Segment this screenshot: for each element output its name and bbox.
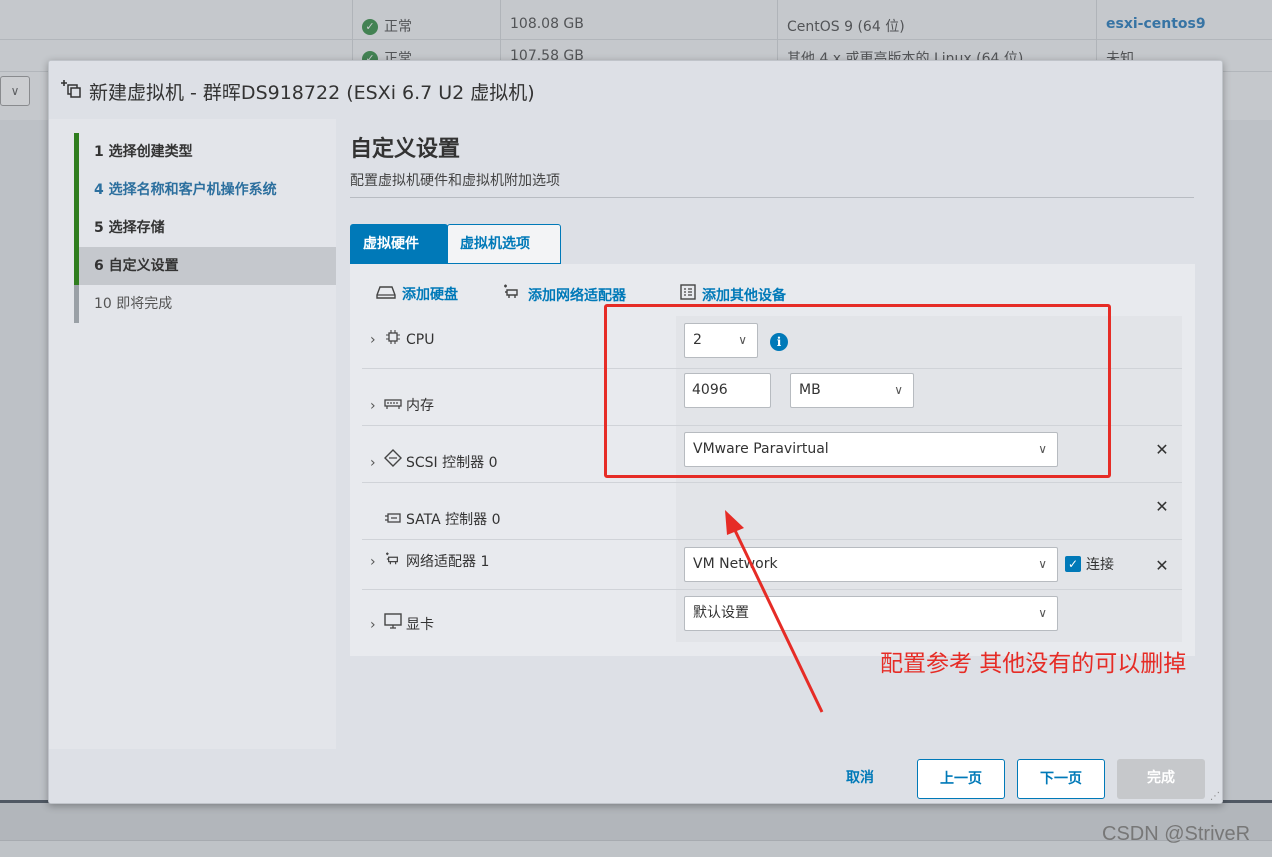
next-button[interactable]: 下一页: [1017, 759, 1105, 799]
cancel-button[interactable]: 取消: [829, 759, 891, 799]
hw-value-network: VM Network ∨ ✓ 连接 ✕: [676, 540, 1182, 589]
chevron-down-icon: ∨: [1038, 557, 1047, 571]
chevron-down-icon: ∨: [1038, 606, 1047, 620]
dialog-title: 新建虚拟机 - 群晖DS918722 (ESXi 6.7 U2 虚拟机): [89, 82, 535, 104]
network-select[interactable]: VM Network ∨: [684, 547, 1058, 582]
step-current-bar: [74, 247, 79, 285]
step-pending-bar: [74, 285, 79, 323]
step-done-bar: [74, 209, 79, 247]
wizard-step-customize[interactable]: 6 自定义设置: [74, 247, 336, 285]
chevron-right-icon[interactable]: ›: [370, 398, 382, 414]
connect-checkbox[interactable]: ✓: [1065, 556, 1081, 572]
chevron-right-icon[interactable]: ›: [370, 455, 382, 471]
wizard-step-storage[interactable]: 5 选择存储: [74, 209, 336, 247]
wizard-step-name-os[interactable]: 4 选择名称和客户机操作系统: [74, 171, 336, 209]
scsi-controller-icon: [382, 449, 404, 471]
hw-label-sata: SATA 控制器 0: [362, 483, 676, 539]
cpu-chip-icon: [382, 330, 404, 348]
annotation-highlight-box: [604, 304, 1111, 478]
hard-disk-icon: [376, 286, 396, 303]
display-select[interactable]: 默认设置 ∨: [684, 596, 1058, 631]
hw-label-display[interactable]: › 显卡: [362, 590, 676, 642]
page-subtitle: 配置虚拟机硬件和虚拟机附加选项: [350, 173, 560, 189]
chevron-right-icon[interactable]: ›: [370, 332, 382, 348]
wizard-steps: 1 选择创建类型 4 选择名称和客户机操作系统 5 选择存储 6 自定义设置 1…: [49, 119, 336, 749]
hw-value-sata: ✕: [676, 483, 1182, 539]
dialog-header: 新建虚拟机 - 群晖DS918722 (ESXi 6.7 U2 虚拟机): [49, 61, 1222, 119]
chevron-right-icon[interactable]: ›: [370, 554, 382, 570]
tab-vm-options[interactable]: 虚拟机选项: [447, 224, 561, 264]
hw-row-display: › 显卡 默认设置 ∨: [362, 590, 1182, 642]
dialog-footer: 取消 上一页 下一页 完成 ⋰: [49, 749, 1222, 803]
back-button[interactable]: 上一页: [917, 759, 1005, 799]
hw-value-display: 默认设置 ∨: [676, 590, 1182, 642]
tab-virtual-hardware[interactable]: 虚拟硬件: [350, 224, 448, 264]
device-list-icon: [680, 284, 696, 304]
annotation-text: 配置参考 其他没有的可以删掉: [880, 651, 1187, 677]
add-disk-button[interactable]: 添加硬盘: [376, 284, 458, 304]
monitor-icon: [382, 613, 404, 633]
wizard-step-create-type[interactable]: 1 选择创建类型: [74, 133, 336, 171]
chevron-right-icon[interactable]: ›: [370, 617, 382, 633]
sata-controller-icon: [382, 512, 404, 528]
finish-button: 完成: [1117, 759, 1205, 799]
page-title: 自定义设置: [350, 137, 461, 162]
remove-scsi-close-icon[interactable]: ✕: [1154, 440, 1170, 459]
step-done-bar: [74, 133, 79, 171]
connect-label: 连接: [1086, 557, 1114, 573]
new-vm-icon: [59, 77, 81, 99]
hw-label-network[interactable]: › 网络适配器 1: [362, 540, 676, 589]
resize-handle-icon[interactable]: ⋰: [1210, 791, 1220, 802]
wizard-step-ready[interactable]: 10 即将完成: [74, 285, 336, 323]
remove-sata-close-icon[interactable]: ✕: [1154, 497, 1170, 516]
hw-row-network: › 网络适配器 1 VM Network ∨ ✓ 连接 ✕: [362, 540, 1182, 590]
memory-icon: [382, 398, 404, 414]
step-done-bar: [74, 171, 79, 209]
add-network-adapter-button[interactable]: 添加网络适配器: [502, 284, 626, 305]
watermark: CSDN @StriveR: [1102, 823, 1251, 845]
remove-network-close-icon[interactable]: ✕: [1154, 556, 1170, 575]
add-other-device-button[interactable]: 添加其他设备: [680, 284, 786, 305]
hw-row-sata: SATA 控制器 0 ✕: [362, 483, 1182, 540]
network-adapter-icon: [502, 284, 522, 304]
divider: [350, 197, 1194, 198]
network-adapter-icon: [382, 552, 404, 570]
